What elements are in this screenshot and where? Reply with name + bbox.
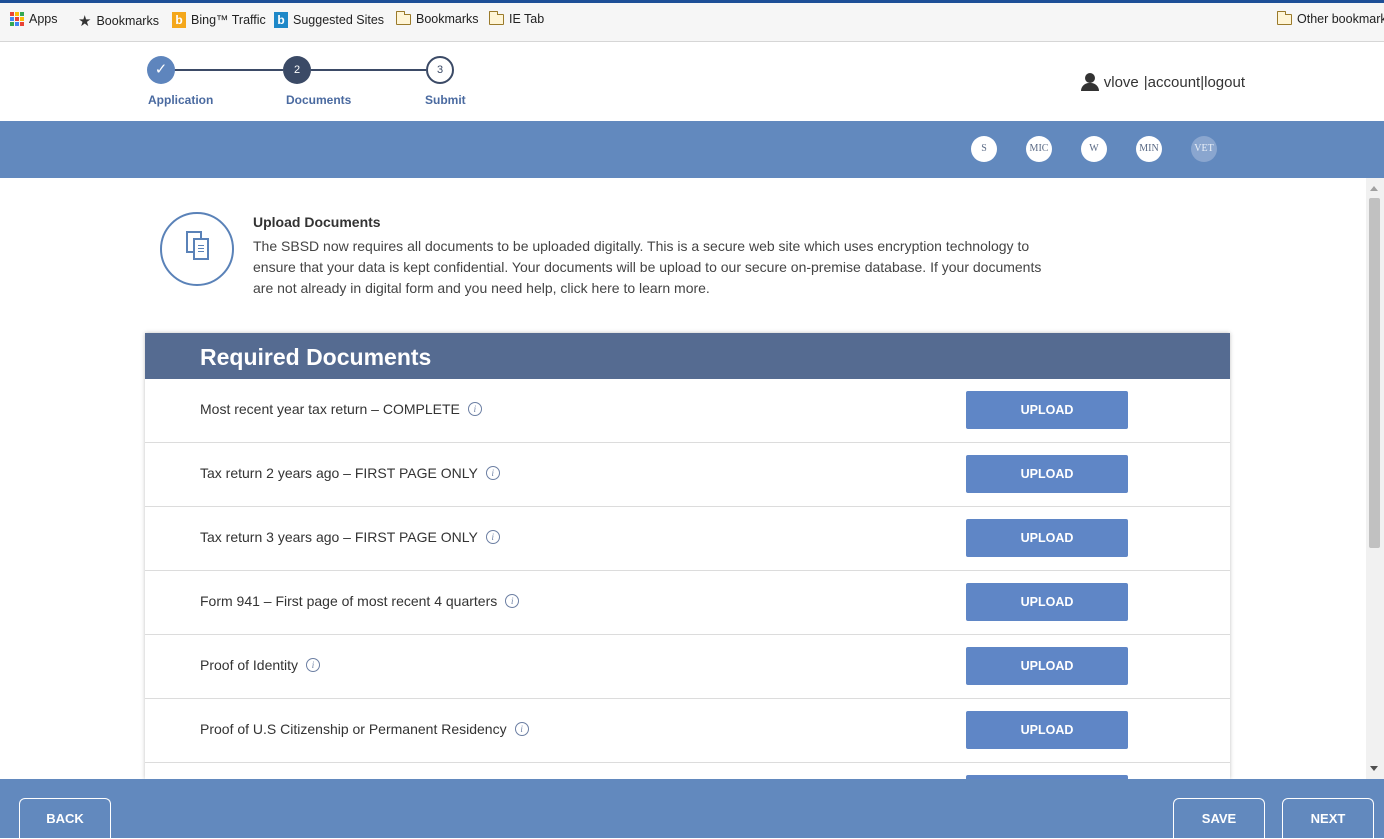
document-row: Form 941 – First page of most recent 4 q… <box>145 571 1230 635</box>
step-application-check-icon[interactable]: ✓ <box>147 56 175 84</box>
document-label: Tax return 3 years ago – FIRST PAGE ONLY <box>200 529 478 545</box>
info-icon[interactable]: i <box>467 402 482 416</box>
documents-icon <box>160 212 234 286</box>
step-connector <box>174 69 283 71</box>
folder-icon <box>396 10 411 25</box>
scroll-up-icon[interactable] <box>1370 186 1378 191</box>
info-icon[interactable]: i <box>505 594 520 608</box>
required-documents-panel: Required Documents Most recent year tax … <box>145 333 1230 779</box>
bookmark-other-bookmarks[interactable]: Other bookmarks <box>1277 10 1384 26</box>
next-button[interactable]: NEXT <box>1282 798 1374 838</box>
upload-button[interactable]: UPLOAD <box>966 711 1128 749</box>
bookmark-folder-bookmarks[interactable]: Bookmarks <box>396 10 479 26</box>
document-row: Tax return 2 years ago – FIRST PAGE ONLY… <box>145 443 1230 507</box>
upload-button[interactable]: UPLOAD <box>966 391 1128 429</box>
step-submit-number[interactable]: 3 <box>426 56 454 84</box>
program-badge-min[interactable]: MIN <box>1136 136 1162 162</box>
document-label: Proof of U.S Citizenship or Permanent Re… <box>200 721 507 737</box>
bookmark-bookmarks[interactable]: ★ Bookmarks <box>78 12 159 30</box>
page-scrollbar[interactable] <box>1366 178 1384 779</box>
upload-documents-description: The SBSD now requires all documents to b… <box>253 238 1042 296</box>
bookmark-label: Apps <box>29 12 58 26</box>
document-row-label-group: Form 941 – First page of most recent 4 q… <box>200 593 520 609</box>
upload-button[interactable]: UPLOAD <box>966 519 1128 557</box>
bookmark-label: Other bookmarks <box>1297 12 1384 26</box>
bookmark-label: Bing™ Traffic <box>191 13 266 27</box>
star-icon: ★ <box>78 13 92 30</box>
document-label: Most recent year tax return – COMPLETE <box>200 401 460 417</box>
document-label: Tax return 2 years ago – FIRST PAGE ONLY <box>200 465 478 481</box>
folder-icon <box>489 10 504 25</box>
bookmarks-bar: Apps ★ Bookmarks b Bing™ Traffic b Sugge… <box>0 0 1384 42</box>
back-button[interactable]: BACK <box>19 798 111 838</box>
info-icon[interactable]: i <box>514 722 529 736</box>
document-row: Proof of U.S Citizenship or Permanent Re… <box>145 699 1230 763</box>
document-row-label-group: Most recent year tax return – COMPLETE i <box>200 401 482 417</box>
document-row-label-group: Proof of Identity i <box>200 657 321 673</box>
info-icon[interactable]: i <box>485 530 500 544</box>
step-label-submit[interactable]: Submit <box>425 93 466 107</box>
upload-button[interactable]: UPLOAD <box>966 583 1128 621</box>
step-documents-number[interactable]: 2 <box>283 56 311 84</box>
info-icon[interactable]: i <box>485 466 500 480</box>
program-band <box>0 121 1384 178</box>
document-row-label-group: Tax return 3 years ago – FIRST PAGE ONLY… <box>200 529 500 545</box>
save-button[interactable]: SAVE <box>1173 798 1265 838</box>
bookmark-suggested-sites[interactable]: b Suggested Sites <box>274 12 384 28</box>
document-row: Most recent year tax return – COMPLETE i… <box>145 379 1230 443</box>
document-label: Form 941 – First page of most recent 4 q… <box>200 593 498 609</box>
account-link[interactable]: account <box>1148 74 1201 91</box>
bookmark-apps[interactable]: Apps <box>10 12 58 26</box>
program-badge-s[interactable]: S <box>971 136 997 162</box>
upload-button[interactable]: UPLOAD <box>966 455 1128 493</box>
scroll-down-icon[interactable] <box>1370 766 1378 771</box>
document-row: Tax return 3 years ago – FIRST PAGE ONLY… <box>145 507 1230 571</box>
program-badge-vet[interactable]: VET <box>1191 136 1217 162</box>
program-badge-mic[interactable]: MIC <box>1026 136 1052 162</box>
logout-link[interactable]: logout <box>1204 74 1245 91</box>
bookmark-ie-tab[interactable]: IE Tab <box>489 10 545 26</box>
upload-button[interactable]: UPLOAD <box>966 647 1128 685</box>
document-row-label-group: Tax return 2 years ago – FIRST PAGE ONLY… <box>200 465 500 481</box>
bookmark-label: Bookmarks <box>416 12 479 26</box>
step-connector <box>311 69 426 71</box>
document-row: Proof of Identity i UPLOAD <box>145 635 1230 699</box>
username: vlove <box>1103 73 1139 91</box>
apps-grid-icon <box>10 12 24 26</box>
document-row <box>145 763 1230 779</box>
bookmark-bing-traffic[interactable]: b Bing™ Traffic <box>172 12 266 28</box>
bing-icon: b <box>274 12 288 28</box>
document-label: Proof of Identity <box>200 657 299 673</box>
document-row-label-group: Proof of U.S Citizenship or Permanent Re… <box>200 721 529 737</box>
folder-icon <box>1277 10 1292 25</box>
bookmark-label: Bookmarks <box>96 14 159 28</box>
scroll-thumb[interactable] <box>1369 198 1380 548</box>
user-icon <box>1080 73 1099 91</box>
step-label-application[interactable]: Application <box>148 93 213 107</box>
bookmark-label: IE Tab <box>509 12 545 26</box>
user-menu: vlove | account | logout <box>1080 73 1245 91</box>
bing-icon: b <box>172 12 186 28</box>
bookmark-label: Suggested Sites <box>293 13 385 27</box>
required-documents-heading: Required Documents <box>145 333 1230 379</box>
program-badge-w[interactable]: W <box>1081 136 1107 162</box>
info-icon[interactable]: i <box>306 658 321 672</box>
step-label-documents[interactable]: Documents <box>286 93 351 107</box>
upload-documents-title: Upload Documents <box>253 214 381 230</box>
